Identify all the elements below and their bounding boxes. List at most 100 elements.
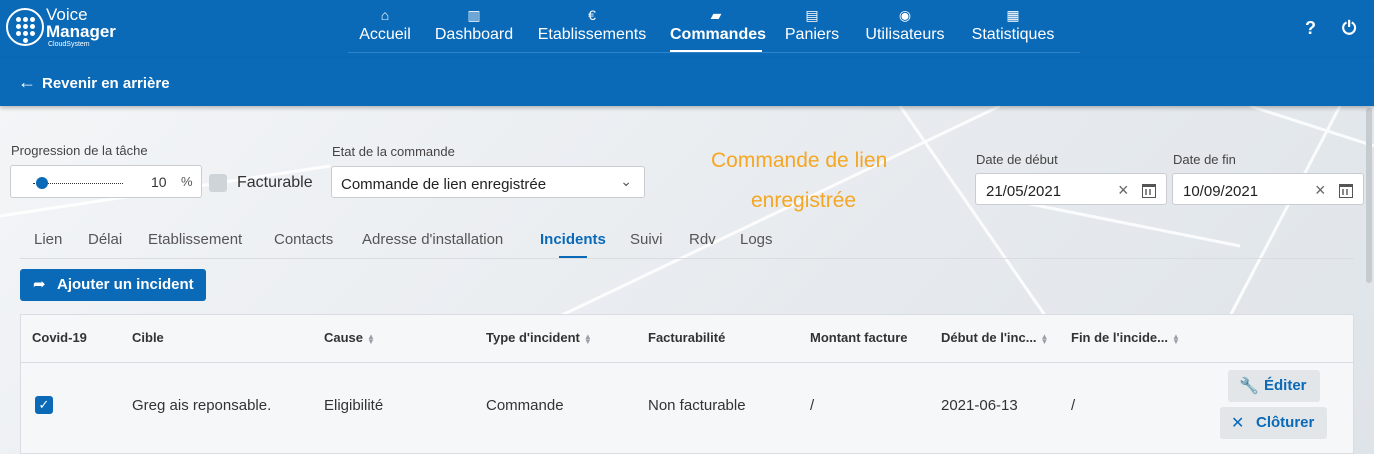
col-header-covid: Covid-19: [32, 330, 87, 345]
tab-incidents[interactable]: Incidents: [540, 231, 606, 248]
col-header-type-label: Type d'incident: [486, 330, 580, 345]
app-logo[interactable]: Voice Manager CloudSystem: [6, 4, 136, 50]
end-date-input[interactable]: 10/09/2021 ×: [1172, 173, 1364, 205]
euro-icon: €: [588, 7, 596, 23]
edit-label: Éditer: [1264, 377, 1307, 394]
back-button[interactable]: ← Revenir en arrière: [18, 72, 170, 93]
end-date-value: 10/09/2021: [1183, 183, 1259, 200]
users-icon: ◉: [898, 7, 912, 23]
logo-text-manager: Manager: [46, 22, 116, 41]
incidents-table: Covid-19 Cible Cause ▲ ▼ Type d'incident ▲ ▼…: [20, 314, 1354, 454]
tab-logs[interactable]: Logs: [740, 231, 773, 248]
status-headline-line1: Commande de lien: [711, 149, 888, 172]
tab-etablissement[interactable]: Etablissement: [148, 231, 242, 248]
cell-cause: Eligibilité: [324, 397, 384, 414]
sub-toolbar: ← Revenir en arrière: [0, 58, 1374, 106]
nav-item-utilisateurs[interactable]: ◉ Utilisateurs: [862, 6, 948, 52]
col-header-cause-label: Cause: [324, 330, 364, 345]
col-header-fin[interactable]: Fin de l'incide... ▲ ▼: [1071, 330, 1180, 345]
col-header-debut[interactable]: Début de l'inc... ▲ ▼: [941, 330, 1048, 345]
col-header-cible: Cible: [132, 330, 164, 345]
close-incident-label: Clôturer: [1256, 414, 1315, 431]
progress-label: Progression de la tâche: [11, 143, 148, 158]
percent-unit: %: [181, 174, 193, 189]
sort-icon[interactable]: ▲ ▼: [1172, 332, 1180, 345]
truck-icon: ▰: [710, 7, 722, 23]
end-date-label: Date de fin: [1173, 152, 1236, 167]
tab-rdv[interactable]: Rdv: [689, 231, 716, 248]
billable-label: Facturable: [237, 174, 313, 191]
start-date-value: 21/05/2021: [986, 183, 1062, 200]
order-state-value: Commande de lien enregistrée: [341, 176, 547, 193]
clear-start-date-icon[interactable]: ×: [1118, 180, 1129, 201]
cell-montant: /: [810, 397, 815, 414]
active-tab-indicator: [559, 256, 587, 258]
order-state-select[interactable]: Commande de lien enregistrée ⌄: [331, 166, 645, 198]
billable-checkbox[interactable]: [209, 174, 227, 192]
logo-dial-icon: [6, 8, 44, 46]
tab-adresse-installation[interactable]: Adresse d'installation: [362, 231, 503, 248]
tab-suivi[interactable]: Suivi: [630, 231, 663, 248]
slider-handle[interactable]: [36, 177, 48, 189]
col-header-fin-label: Fin de l'incide...: [1071, 330, 1168, 345]
sort-icon[interactable]: ▲ ▼: [584, 332, 592, 345]
calendar-icon[interactable]: [1339, 184, 1353, 198]
cell-debut: 2021-06-13: [941, 397, 1018, 414]
close-incident-button[interactable]: ✕ Clôturer: [1220, 407, 1327, 439]
tab-bar: [20, 258, 1354, 259]
back-label: Revenir en arrière: [42, 75, 170, 92]
chevron-down-icon: ⌄: [620, 173, 632, 189]
nav-label: Dashboard: [434, 26, 514, 43]
sort-icon[interactable]: ▲ ▼: [1041, 332, 1049, 345]
edit-button[interactable]: 🔧 Éditer: [1228, 370, 1320, 402]
progress-value[interactable]: 10: [151, 174, 167, 190]
nav-label: Utilisateurs: [865, 26, 945, 43]
arrow-left-icon: ←: [18, 72, 36, 92]
cell-type: Commande: [486, 397, 564, 414]
progress-slider-field[interactable]: 10 %: [10, 165, 202, 198]
cell-facturabilite: Non facturable: [648, 397, 746, 414]
nav-label: Commandes: [670, 26, 767, 43]
sort-icon[interactable]: ▲ ▼: [367, 332, 375, 345]
nav-item-accueil[interactable]: ⌂ Accueil: [358, 6, 412, 52]
nav-label: Statistiques: [971, 26, 1055, 43]
nav-item-statistiques[interactable]: ▦ Statistiques: [968, 6, 1058, 52]
start-date-label: Date de début: [976, 152, 1058, 167]
header-divider: [21, 362, 1353, 363]
power-icon[interactable]: ⏻: [1342, 18, 1356, 39]
col-header-type[interactable]: Type d'incident ▲ ▼: [486, 330, 592, 345]
nav-item-dashboard[interactable]: ▥ Dashboard: [434, 6, 514, 52]
nav-item-paniers[interactable]: ▤ Paniers: [784, 6, 840, 52]
logo-text-cloudsystem: CloudSystem: [48, 41, 90, 48]
nav-item-commandes[interactable]: ▰ Commandes: [670, 6, 767, 52]
calendar-icon[interactable]: [1142, 184, 1156, 198]
cell-fin: /: [1071, 397, 1076, 414]
copy-icon: ▤: [805, 7, 819, 23]
col-header-debut-label: Début de l'inc...: [941, 330, 1037, 345]
tab-contacts[interactable]: Contacts: [274, 231, 333, 248]
cell-cible: Greg ais reponsable.: [132, 397, 272, 414]
nav-label: Accueil: [359, 26, 411, 43]
chart-icon: ▥: [467, 7, 481, 23]
nav-label: Paniers: [784, 26, 840, 43]
col-header-cause[interactable]: Cause ▲ ▼: [324, 330, 375, 345]
page-scrollbar[interactable]: [1366, 108, 1372, 283]
nav-item-etablissements[interactable]: € Etablissements: [536, 6, 648, 52]
main-nav: ⌂ Accueil ▥ Dashboard € Etablissements ▰…: [348, 0, 1080, 53]
close-icon: ✕: [1231, 415, 1245, 432]
tab-lien[interactable]: Lien: [34, 231, 62, 248]
covid-checkbox[interactable]: ✓: [35, 396, 53, 414]
order-state-label: Etat de la commande: [332, 144, 455, 159]
wrench-icon: 🔧: [1239, 378, 1259, 395]
tab-delai[interactable]: Délai: [88, 231, 122, 248]
add-incident-button[interactable]: ➦ Ajouter un incident: [20, 269, 206, 301]
add-incident-label: Ajouter un incident: [57, 276, 194, 293]
start-date-input[interactable]: 21/05/2021 ×: [975, 173, 1167, 205]
col-header-montant: Montant facture: [810, 330, 908, 345]
clear-end-date-icon[interactable]: ×: [1315, 180, 1326, 201]
help-icon[interactable]: ?: [1305, 18, 1316, 39]
share-arrow-icon: ➦: [33, 276, 46, 293]
home-icon: ⌂: [380, 7, 390, 23]
top-navbar: Voice Manager CloudSystem ⌂ Accueil ▥ Da…: [0, 0, 1374, 58]
col-header-facturabilite: Facturabilité: [648, 330, 726, 345]
